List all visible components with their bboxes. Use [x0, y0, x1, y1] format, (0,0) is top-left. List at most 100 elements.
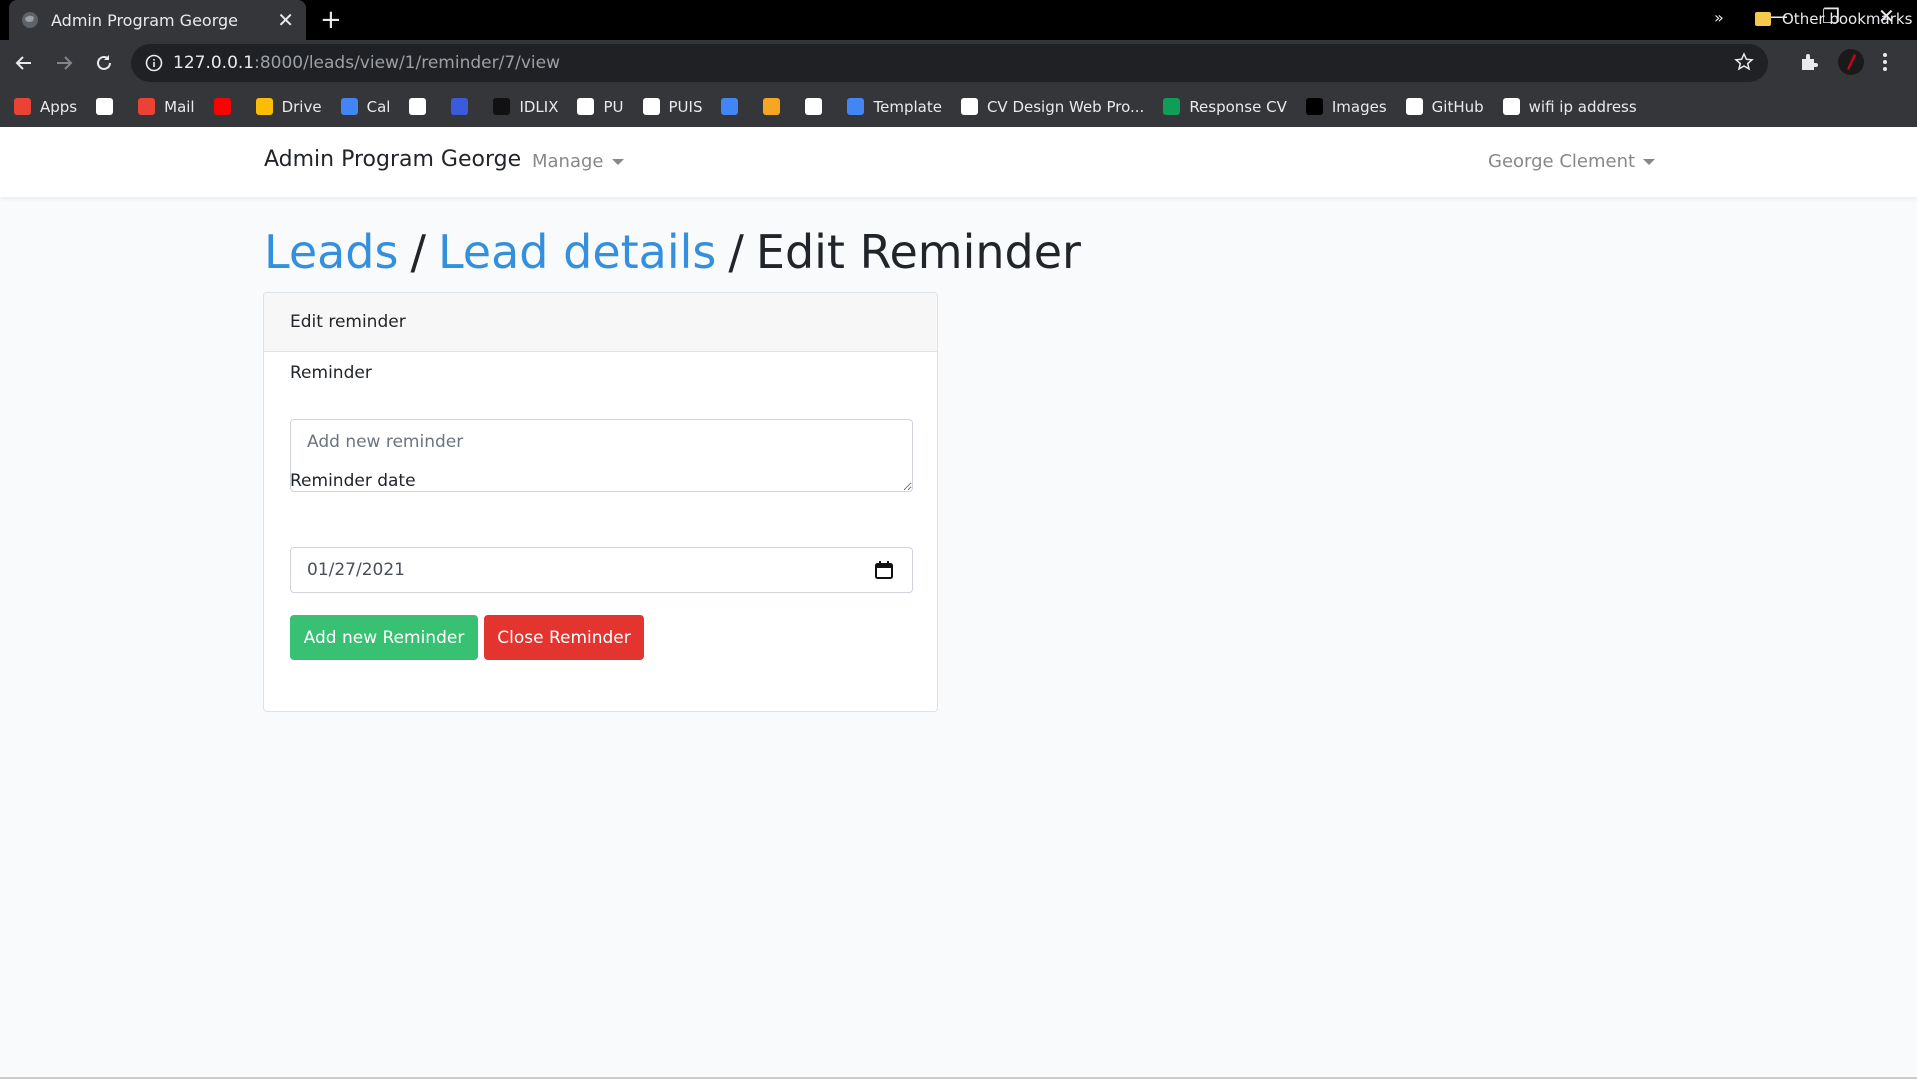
bookmark-label: PU [603, 97, 624, 116]
tab-close-icon[interactable]: ✕ [277, 10, 294, 30]
bookmark-item[interactable]: wifi ip address [1502, 97, 1637, 116]
breadcrumb-separator: / [728, 225, 744, 279]
bookmark-item[interactable]: Images [1305, 97, 1387, 116]
breadcrumb-separator: / [410, 225, 426, 279]
url-path: :8000/leads/view/1/reminder/7/view [254, 53, 561, 73]
apps-grid-icon [14, 98, 31, 115]
bookmark-label: wifi ip address [1528, 97, 1637, 116]
drive-icon [255, 98, 273, 115]
user-dropdown[interactable]: George Clement [1488, 151, 1656, 172]
bookmark-item[interactable]: Cal [340, 97, 391, 116]
edit-reminder-card: Edit reminder Reminder Reminder date 01/… [263, 292, 938, 712]
gmail-icon [138, 98, 156, 115]
globe-icon [960, 98, 978, 115]
bookmark-label: Mail [164, 97, 195, 116]
bookmarks-bar: Apps Mail Drive Cal IDLIX PU PUIS Template CV De… [0, 86, 1917, 127]
other-bookmarks[interactable]: Other bookmarks [1755, 10, 1912, 28]
breadcrumb: Leads / Lead details / Edit Reminder [264, 225, 1081, 279]
caret-down-icon [611, 158, 624, 165]
c-bookmark-icon [451, 98, 469, 115]
puis-icon [642, 98, 660, 115]
bookmark-label: Images [1331, 97, 1387, 116]
bookmark-item[interactable]: CV Design Web Pro... [960, 97, 1145, 116]
reminder-date-value: 01/27/2021 [307, 560, 405, 580]
profile-avatar[interactable] [1838, 49, 1864, 79]
bookmark-item[interactable] [805, 98, 831, 115]
docs-icon [847, 98, 865, 115]
user-name: George Clement [1488, 151, 1636, 172]
bookmark-item[interactable]: PU [577, 97, 624, 116]
bookmark-item[interactable]: Response CV [1163, 98, 1287, 116]
nbc-icon [763, 98, 781, 115]
manage-dropdown[interactable]: Manage [532, 151, 624, 172]
calendar-icon [340, 98, 358, 115]
manage-label: Manage [532, 151, 604, 172]
bookmark-label: Cal [366, 97, 391, 116]
site-info-icon[interactable] [145, 54, 163, 72]
page-content: Admin Program George Manage George Cleme… [0, 127, 1917, 1077]
app-navbar: Admin Program George Manage George Cleme… [0, 127, 1917, 197]
url-host: 127.0.0.1 [173, 53, 255, 73]
new-tab-button[interactable]: + [320, 6, 342, 34]
bookmark-item[interactable]: Apps [14, 98, 77, 116]
browser-menu-icon[interactable] [1882, 51, 1888, 77]
breadcrumb-leads-link[interactable]: Leads [264, 225, 398, 279]
bookmark-item[interactable]: Template [847, 97, 942, 116]
browser-tabstrip: Admin Program George ✕ + — ❐ ✕ [0, 0, 1917, 40]
bookmark-label: GitHub [1431, 97, 1484, 116]
reload-icon[interactable] [92, 51, 116, 75]
tab-title: Admin Program George [51, 10, 238, 30]
bookmark-label: CV Design Web Pro... [986, 97, 1145, 116]
back-icon[interactable] [12, 51, 36, 75]
pu-icon [577, 98, 595, 115]
browser-tab[interactable]: Admin Program George ✕ [9, 0, 306, 40]
bookmark-item[interactable]: Mail [138, 97, 195, 116]
bookmark-item[interactable]: Drive [255, 97, 322, 116]
bookmark-label: PUIS [668, 97, 703, 116]
bookmark-label: Apps [40, 97, 78, 116]
bookmark-item[interactable]: GitHub [1405, 97, 1484, 116]
card-header: Edit reminder [264, 293, 937, 352]
bookmark-label: Template [873, 97, 942, 116]
document-bookmark-icon [805, 98, 823, 115]
sheets-icon [1163, 98, 1181, 115]
image-bookmark-icon [409, 98, 427, 115]
bookmark-item[interactable] [409, 98, 435, 115]
unsplash-icon [1305, 98, 1323, 115]
youtube-icon [213, 98, 231, 115]
forward-icon[interactable] [52, 51, 76, 75]
github-icon [1405, 98, 1423, 115]
add-reminder-button[interactable]: Add new Reminder [290, 615, 478, 660]
bookmark-label: Response CV [1189, 97, 1287, 116]
bookmark-item[interactable] [763, 98, 789, 115]
extensions-icon[interactable] [1798, 51, 1820, 77]
caret-down-icon [1643, 158, 1656, 165]
breadcrumb-lead-details-link[interactable]: Lead details [438, 225, 716, 279]
calendar-picker-icon[interactable] [874, 560, 894, 580]
bookmark-item[interactable]: IDLIX [493, 98, 558, 116]
idlix-icon [493, 98, 511, 115]
translate-icon [721, 98, 739, 115]
bookmark-item[interactable] [721, 98, 747, 115]
globe-icon [22, 12, 38, 28]
reminder-label: Reminder [290, 363, 372, 383]
bookmark-star-icon[interactable] [1734, 52, 1754, 72]
browser-toolbar: 127.0.0.1:8000/leads/view/1/reminder/7/v… [0, 40, 1917, 86]
bookmark-item[interactable] [213, 98, 240, 115]
bookmark-item[interactable]: PUIS [642, 97, 703, 116]
bookmark-item[interactable] [451, 98, 477, 115]
other-bookmarks-label: Other bookmarks [1782, 10, 1913, 28]
address-bar[interactable]: 127.0.0.1:8000/leads/view/1/reminder/7/v… [131, 44, 1768, 82]
bookmarks-overflow-icon[interactable]: » [1714, 8, 1724, 27]
close-reminder-button[interactable]: Close Reminder [484, 615, 644, 660]
bookmark-label: Drive [281, 97, 322, 116]
globe-icon [1502, 98, 1520, 115]
bookmark-item[interactable] [96, 98, 122, 115]
reminder-date-label: Reminder date [290, 471, 416, 491]
folder-icon [1755, 12, 1771, 26]
bookmark-label: IDLIX [519, 97, 559, 116]
brand-link[interactable]: Admin Program George [264, 147, 521, 172]
reminder-date-input[interactable]: 01/27/2021 [290, 547, 913, 593]
google-icon [96, 98, 114, 115]
breadcrumb-current: Edit Reminder [755, 225, 1081, 279]
